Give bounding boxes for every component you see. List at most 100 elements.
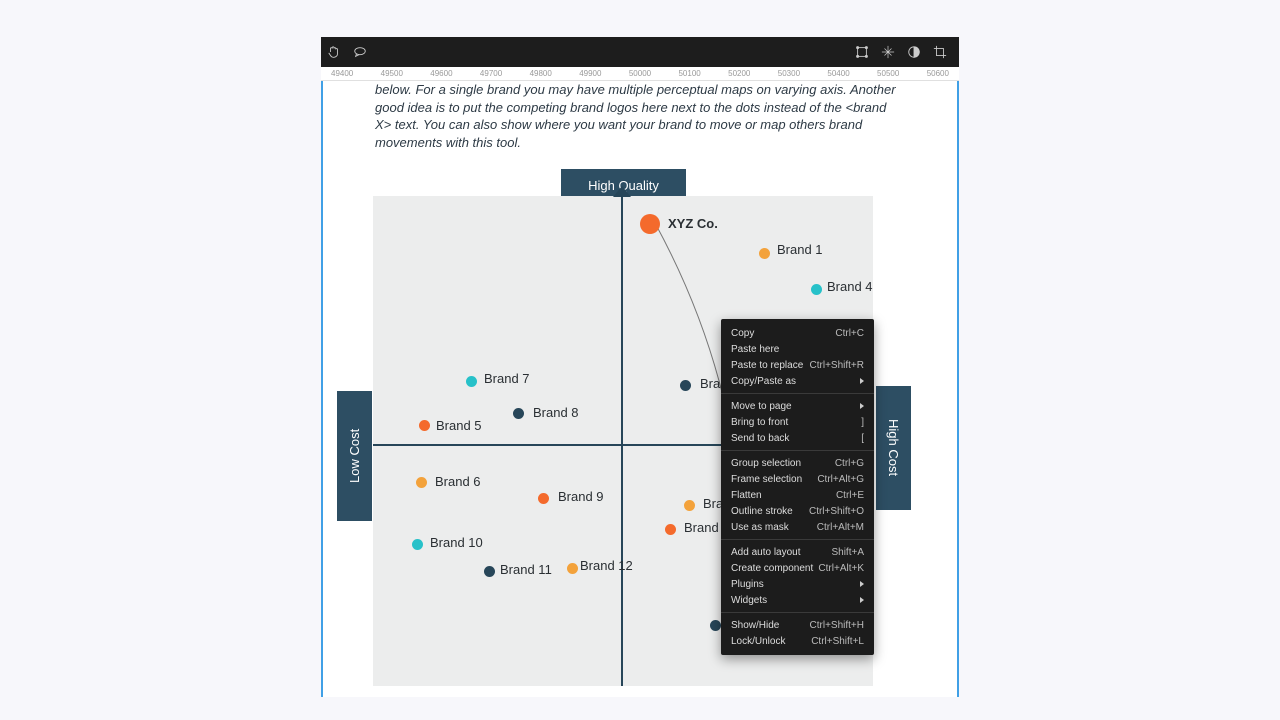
context-menu-item[interactable]: Send to back[: [721, 430, 874, 446]
context-menu-label: Frame selection: [731, 474, 802, 485]
intro-text: Identify key attributes that are relevan…: [375, 81, 905, 151]
ruler-tick: 50300: [778, 69, 800, 78]
context-menu-shortcut: Ctrl+Alt+M: [817, 522, 864, 533]
ruler-tick: 50500: [877, 69, 899, 78]
context-menu-item[interactable]: Outline strokeCtrl+Shift+O: [721, 503, 874, 519]
context-menu-shortcut: Ctrl+Shift+L: [811, 636, 864, 647]
context-menu-label: Create component: [731, 563, 813, 574]
brand-label: Brand 1: [777, 242, 823, 257]
chevron-right-icon: [860, 378, 864, 384]
context-menu-item[interactable]: Widgets: [721, 592, 874, 608]
brand-dot[interactable]: [412, 539, 423, 550]
ruler-horizontal: 4940049500496004970049800499005000050100…: [321, 67, 959, 81]
context-menu-item[interactable]: Frame selection Ctrl+Alt+G: [721, 471, 874, 487]
context-menu-shortcut: Ctrl+E: [836, 490, 864, 501]
brand-dot[interactable]: [759, 248, 770, 259]
brand-dot[interactable]: [567, 563, 578, 574]
context-menu-item[interactable]: Copy Ctrl+C: [721, 325, 874, 341]
brand-dot[interactable]: [680, 380, 691, 391]
brand-dot[interactable]: [710, 620, 721, 631]
ruler-tick: 49600: [430, 69, 452, 78]
context-menu-label: Copy/Paste as: [731, 376, 796, 387]
brand-dot[interactable]: [513, 408, 524, 419]
ruler-tick: 50400: [827, 69, 849, 78]
context-menu-item[interactable]: Paste to replaceCtrl+Shift+R: [721, 357, 874, 373]
ruler-tick: 50100: [678, 69, 700, 78]
axis-label-right: High Cost: [876, 386, 911, 510]
context-menu-label: Copy: [731, 328, 754, 339]
brand-dot[interactable]: [484, 566, 495, 577]
context-menu-item[interactable]: Move to page: [721, 398, 874, 414]
context-menu-shortcut: Ctrl+G: [835, 458, 864, 469]
ruler-tick: 49800: [530, 69, 552, 78]
contrast-tool-icon[interactable]: [907, 45, 921, 59]
context-menu-item[interactable]: Paste here: [721, 341, 874, 357]
context-menu-item[interactable]: Add auto layout Shift+A: [721, 544, 874, 560]
hand-tool-icon[interactable]: [327, 45, 341, 59]
brand-dot[interactable]: [684, 500, 695, 511]
brand-dot[interactable]: [811, 284, 822, 295]
align-tool-icon[interactable]: [881, 45, 895, 59]
context-menu-label: Show/Hide: [731, 620, 779, 631]
crop-tool-icon[interactable]: [933, 45, 947, 59]
context-menu[interactable]: Copy Ctrl+C Paste here Paste to replaceCtrl…: [721, 319, 874, 655]
context-menu-item[interactable]: Bring to front]: [721, 414, 874, 430]
context-menu-item[interactable]: Use as mask Ctrl+Alt+M: [721, 519, 874, 535]
context-menu-item[interactable]: Lock/Unlock Ctrl+Shift+L: [721, 633, 874, 649]
context-menu-shortcut: Ctrl+C: [835, 328, 864, 339]
context-menu-separator: [721, 450, 874, 451]
chevron-right-icon: [860, 597, 864, 603]
frame-tool-icon[interactable]: [855, 45, 869, 59]
brand-dot[interactable]: [466, 376, 477, 387]
axis-arrow-top: [613, 186, 631, 197]
context-menu-separator: [721, 612, 874, 613]
context-menu-item[interactable]: Copy/Paste as: [721, 373, 874, 389]
context-menu-item[interactable]: Create component Ctrl+Alt+K: [721, 560, 874, 576]
context-menu-shortcut: ]: [861, 417, 864, 428]
context-menu-label: Plugins: [731, 579, 764, 590]
context-menu-label: Add auto layout: [731, 547, 801, 558]
brand-dot[interactable]: [419, 420, 430, 431]
context-menu-item[interactable]: Group selection Ctrl+G: [721, 455, 874, 471]
ruler-tick: 50000: [629, 69, 651, 78]
context-menu-item[interactable]: Show/Hide Ctrl+Shift+H: [721, 617, 874, 633]
context-menu-item[interactable]: FlattenCtrl+E: [721, 487, 874, 503]
context-menu-shortcut: Ctrl+Alt+G: [817, 474, 864, 485]
canvas-viewport[interactable]: Identify key attributes that are relevan…: [321, 81, 959, 697]
xyz-dot[interactable]: [640, 214, 660, 234]
brand-label: Brand 10: [430, 535, 483, 550]
context-menu-label: Send to back: [731, 433, 789, 444]
context-menu-label: Group selection: [731, 458, 801, 469]
brand-label: Brand 11: [500, 562, 552, 577]
ruler-tick: 49500: [381, 69, 403, 78]
brand-label: Brand 5: [436, 418, 482, 433]
context-menu-shortcut: Ctrl+Shift+O: [809, 506, 864, 517]
axis-vertical: [621, 196, 623, 686]
brand-dot[interactable]: [416, 477, 427, 488]
context-menu-shortcut: Ctrl+Shift+H: [810, 620, 864, 631]
intro-paragraph: below. For a single brand you may have m…: [375, 82, 896, 150]
context-menu-label: Lock/Unlock: [731, 636, 785, 647]
canvas-content[interactable]: Identify key attributes that are relevan…: [323, 81, 957, 697]
brand-label: Brand 9: [558, 489, 604, 504]
context-menu-label: Move to page: [731, 401, 792, 412]
chevron-right-icon: [860, 581, 864, 587]
context-menu-label: Paste here: [731, 344, 779, 355]
chevron-right-icon: [860, 403, 864, 409]
comment-tool-icon[interactable]: [353, 45, 367, 59]
context-menu-shortcut: Shift+A: [831, 547, 864, 558]
brand-label: Brand 6: [435, 474, 481, 489]
brand-label: Brand 12: [580, 558, 633, 573]
context-menu-item[interactable]: Plugins: [721, 576, 874, 592]
context-menu-label: Widgets: [731, 595, 767, 606]
context-menu-separator: [721, 393, 874, 394]
xyz-label: XYZ Co.: [668, 216, 718, 231]
brand-label: Brand 4: [827, 279, 873, 294]
ruler-tick: 50200: [728, 69, 750, 78]
context-menu-shortcut: Ctrl+Alt+K: [818, 563, 864, 574]
brand-dot[interactable]: [538, 493, 549, 504]
context-menu-separator: [721, 539, 874, 540]
context-menu-label: Use as mask: [731, 522, 789, 533]
brand-dot[interactable]: [665, 524, 676, 535]
axis-label-left: Low Cost: [337, 391, 372, 521]
